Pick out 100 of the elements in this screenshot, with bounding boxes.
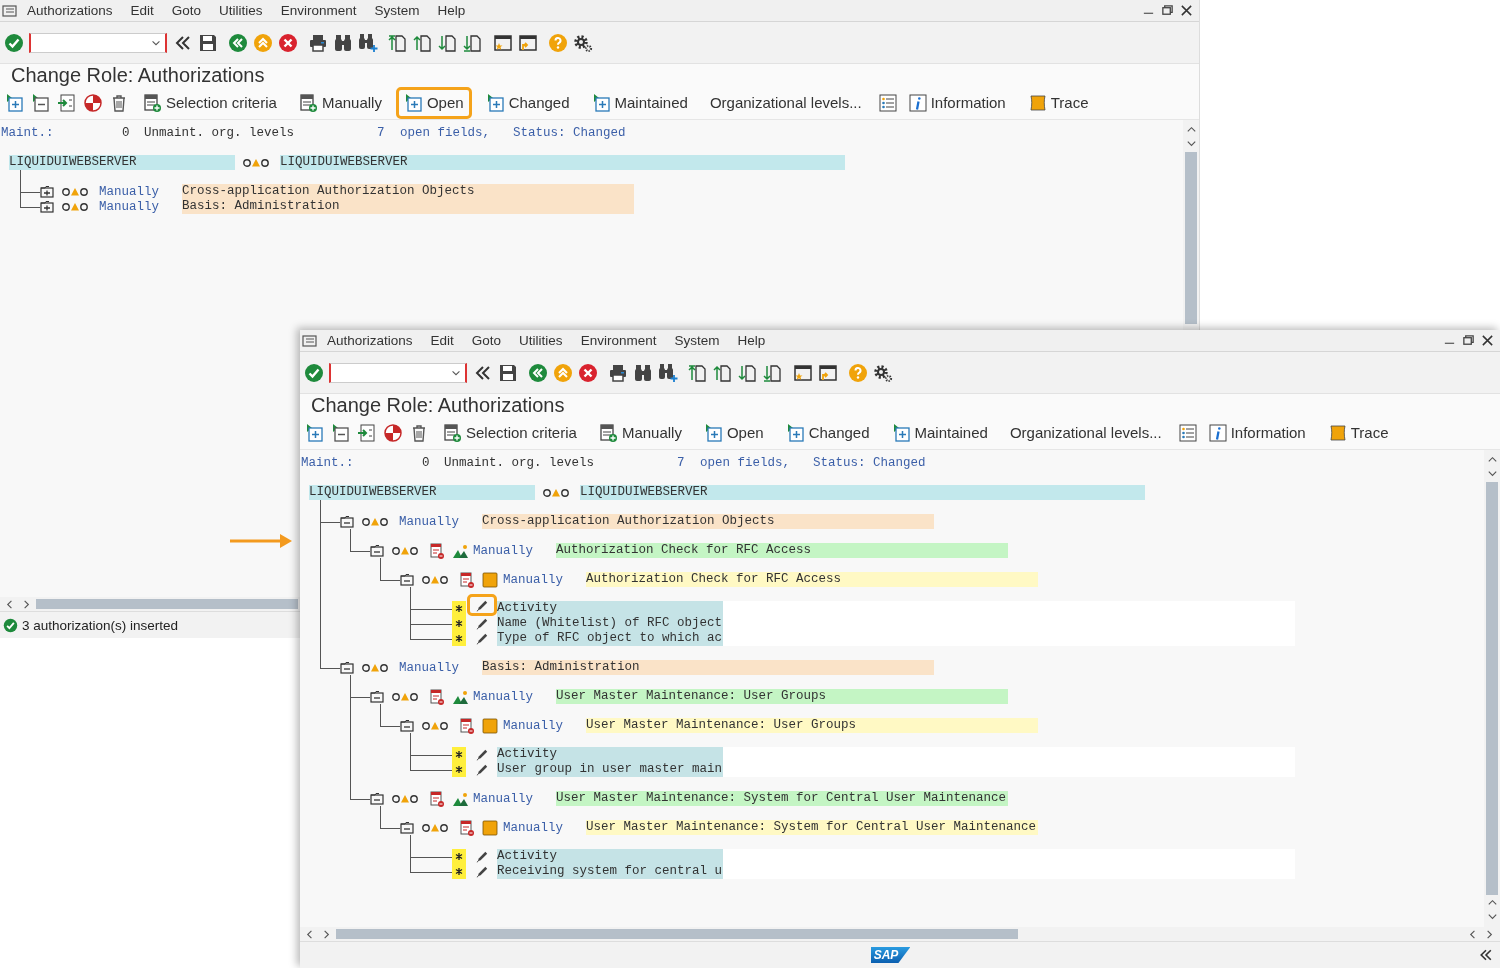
folder-icon[interactable]	[370, 689, 384, 704]
menu-icon[interactable]	[2, 3, 17, 18]
toolbar-button[interactable]: Manually	[290, 86, 390, 119]
binoculars-plus-icon[interactable]	[658, 362, 678, 383]
folder-icon[interactable]	[400, 820, 414, 835]
binoculars-icon[interactable]	[633, 362, 653, 383]
cancel-icon[interactable]	[278, 32, 298, 53]
cancel-icon[interactable]	[578, 362, 598, 383]
status-link[interactable]: Manually	[503, 820, 586, 835]
check-icon[interactable]	[4, 32, 24, 53]
command-field[interactable]	[29, 32, 167, 53]
toolbar-button[interactable]: Maintained	[583, 86, 696, 119]
document-minus-icon[interactable]	[31, 92, 51, 113]
double-chevron-left-icon[interactable]	[1478, 947, 1494, 963]
menu-item[interactable]: System	[674, 333, 720, 348]
folder-icon[interactable]	[400, 572, 414, 587]
pie-chart-icon[interactable]	[83, 92, 103, 113]
folder-icon[interactable]	[40, 199, 54, 214]
info-text[interactable]: 7	[377, 126, 400, 140]
toolbar-button[interactable]: Manually	[590, 416, 690, 449]
toolbar-button[interactable]: Organizational levels...	[701, 88, 870, 117]
role-name[interactable]: LIQUIDUIWEBSERVER	[9, 155, 235, 170]
folder-icon[interactable]	[370, 543, 384, 558]
info-text[interactable]: Status: Changed	[813, 456, 926, 470]
arrow-in-icon[interactable]	[57, 92, 77, 113]
status-link[interactable]: Manually	[399, 660, 482, 675]
info-text[interactable]: open fields,	[400, 126, 513, 140]
first-page-icon[interactable]	[388, 32, 408, 53]
menu-item[interactable]: Authorizations	[327, 333, 413, 348]
toolbar-button[interactable]: Trace	[1019, 86, 1097, 119]
info-text[interactable]: Maint.:	[1, 126, 122, 140]
status-link[interactable]: Manually	[399, 514, 482, 529]
info-text[interactable]: open fields,	[700, 456, 813, 470]
close-icon[interactable]	[1180, 4, 1193, 17]
back-icon[interactable]	[228, 32, 248, 53]
pie-chart-icon[interactable]	[383, 422, 403, 443]
previous-page-icon[interactable]	[713, 362, 733, 383]
settings-icon[interactable]	[873, 362, 893, 383]
last-page-icon[interactable]	[463, 32, 483, 53]
toolbar-button[interactable]: Information	[899, 86, 1014, 119]
save-icon[interactable]	[498, 362, 518, 383]
list-icon[interactable]	[877, 92, 898, 113]
folder-icon[interactable]	[40, 184, 54, 199]
back-icon[interactable]	[528, 362, 548, 383]
toolbar-button[interactable]: Organizational levels...	[1001, 418, 1170, 447]
folder-icon[interactable]	[400, 718, 414, 733]
scrollbar-thumb[interactable]	[36, 599, 298, 609]
toolbar-button[interactable]: Information	[1199, 416, 1314, 449]
menu-item[interactable]: Utilities	[219, 3, 263, 18]
save-icon[interactable]	[198, 32, 218, 53]
folder-icon[interactable]	[370, 791, 384, 806]
next-page-icon[interactable]	[738, 362, 758, 383]
command-field[interactable]	[329, 362, 467, 383]
toolbar-button[interactable]: Open	[395, 86, 472, 119]
restore-icon[interactable]	[1462, 334, 1475, 347]
info-text[interactable]: Maint.:	[301, 456, 422, 470]
printer-icon[interactable]	[308, 32, 328, 53]
menu-icon[interactable]	[302, 333, 317, 348]
previous-page-icon[interactable]	[413, 32, 433, 53]
status-link[interactable]: Manually	[473, 689, 556, 704]
toolbar-button[interactable]: Selection criteria	[135, 86, 285, 119]
check-icon[interactable]	[304, 362, 324, 383]
folder-icon[interactable]	[340, 514, 354, 529]
menu-item[interactable]: Environment	[580, 333, 657, 348]
menu-item[interactable]: Authorizations	[27, 3, 113, 18]
toolbar-button[interactable]: Selection criteria	[435, 416, 585, 449]
scrollbar-thumb[interactable]	[336, 929, 1018, 939]
status-link[interactable]: Manually	[473, 791, 556, 806]
menu-item[interactable]: Goto	[171, 3, 202, 18]
status-link[interactable]: Manually	[99, 184, 182, 199]
settings-icon[interactable]	[573, 32, 593, 53]
menu-item[interactable]: Help	[437, 3, 466, 18]
toolbar-button[interactable]: Changed	[477, 86, 578, 119]
scrollbar-thumb[interactable]	[1185, 152, 1197, 324]
scrollbar-thumb[interactable]	[1486, 482, 1498, 895]
document-minus-icon[interactable]	[331, 422, 351, 443]
menu-item[interactable]: Help	[737, 333, 766, 348]
info-text[interactable]: 7	[677, 456, 700, 470]
role-name[interactable]: LIQUIDUIWEBSERVER	[309, 485, 535, 500]
toolbar-button[interactable]: Maintained	[883, 416, 996, 449]
folder-icon[interactable]	[340, 660, 354, 675]
arrow-in-icon[interactable]	[357, 422, 377, 443]
binoculars-plus-icon[interactable]	[358, 32, 378, 53]
menu-item[interactable]: System	[374, 3, 420, 18]
document-plus-icon[interactable]	[305, 422, 325, 443]
toolbar-button[interactable]: Trace	[1319, 416, 1397, 449]
status-link[interactable]: Manually	[99, 199, 182, 214]
menu-item[interactable]: Edit	[430, 333, 454, 348]
status-link[interactable]: Manually	[473, 543, 556, 558]
list-icon[interactable]	[1177, 422, 1198, 443]
first-page-icon[interactable]	[688, 362, 708, 383]
toolbar-button[interactable]: Changed	[777, 416, 878, 449]
status-link[interactable]: Manually	[503, 718, 586, 733]
menu-item[interactable]: Environment	[280, 3, 357, 18]
menu-item[interactable]: Utilities	[519, 333, 563, 348]
last-page-icon[interactable]	[763, 362, 783, 383]
document-plus-icon[interactable]	[5, 92, 25, 113]
close-icon[interactable]	[1481, 334, 1494, 347]
info-text[interactable]: Status: Changed	[513, 126, 626, 140]
status-link[interactable]: Manually	[503, 572, 586, 587]
